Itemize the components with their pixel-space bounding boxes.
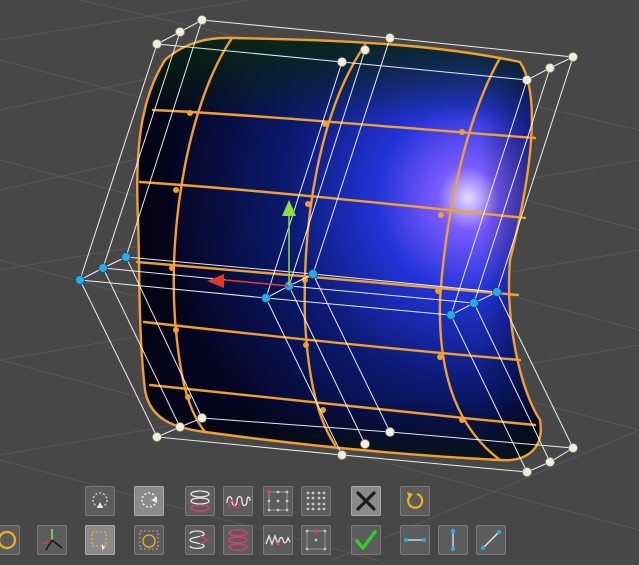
loop-select-horizontal-button[interactable]	[134, 486, 164, 516]
grid-points-dots-button[interactable]	[301, 525, 331, 555]
cancel-button[interactable]	[351, 486, 381, 516]
rings-icon	[190, 490, 210, 512]
box-select-button[interactable]	[85, 525, 115, 555]
align-vertical-icon	[450, 528, 456, 552]
align-vertical-button[interactable]	[438, 525, 468, 555]
reset-button[interactable]	[400, 486, 430, 516]
grid-corner-icon	[266, 489, 289, 512]
accept-button[interactable]	[351, 525, 381, 555]
align-diagonal-button[interactable]	[476, 525, 506, 555]
align-horizontal-icon	[403, 537, 427, 543]
align-horizontal-button[interactable]	[400, 525, 430, 555]
grid-dots-icon	[305, 528, 327, 551]
box-select-icon	[91, 531, 107, 550]
rotate-icon	[0, 530, 17, 550]
checkmark-icon	[355, 530, 377, 550]
wave-icon	[265, 534, 291, 547]
close-icon	[356, 491, 376, 511]
align-diagonal-icon	[480, 529, 502, 551]
loop-select-vertical-button[interactable]	[85, 486, 115, 516]
rotate-icon	[407, 492, 424, 509]
stacked-rings-button[interactable]	[185, 525, 215, 555]
box-loop-icon	[139, 530, 159, 550]
stacked-coils-button[interactable]	[223, 525, 253, 555]
coil-spiral-button[interactable]	[223, 486, 253, 516]
grid-all-icon	[306, 491, 326, 511]
3d-viewport[interactable]	[0, 0, 639, 562]
move-gizmo-button[interactable]	[37, 525, 67, 555]
rings-vertical-button[interactable]	[185, 486, 215, 516]
viewport-canvas[interactable]	[0, 0, 639, 562]
rotate-tool-button[interactable]	[0, 525, 20, 555]
axis-gizmo-icon	[41, 529, 63, 551]
coil-icon	[226, 495, 251, 509]
loop-arrow-icon	[141, 492, 157, 508]
stack-rings-icon	[189, 530, 210, 549]
loop-arrow-icon	[92, 492, 108, 508]
grid-points-all-button[interactable]	[301, 486, 331, 516]
grid-points-corner-button[interactable]	[263, 486, 293, 516]
stack-coils-icon	[228, 529, 248, 551]
box-loop-select-button[interactable]	[134, 525, 164, 555]
wave-curve-button[interactable]	[263, 525, 293, 555]
